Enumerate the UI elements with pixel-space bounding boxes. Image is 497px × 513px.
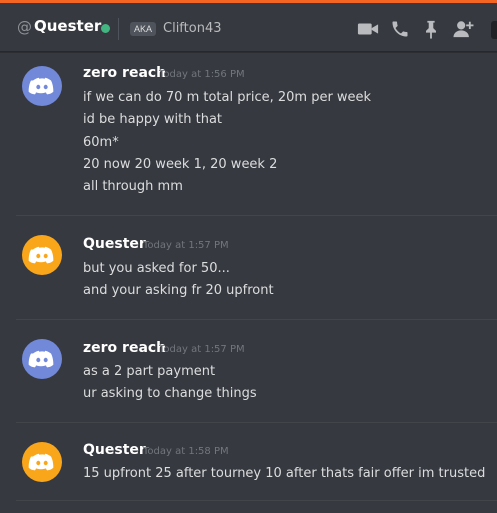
message-line: id be happy with that bbox=[83, 112, 223, 127]
message-author[interactable]: Quester bbox=[83, 236, 146, 252]
message-line: 15 upfront 25 after tourney 10 after tha… bbox=[83, 466, 486, 481]
toolbar-overflow-edge bbox=[491, 21, 497, 39]
message-author[interactable]: zero reach bbox=[83, 65, 166, 81]
message-line: but you asked for 50... bbox=[83, 261, 230, 276]
avatar[interactable] bbox=[22, 66, 62, 106]
dm-header: @ Quester AKA Clifton43 bbox=[0, 3, 497, 52]
aka-badge: AKA bbox=[130, 22, 157, 36]
avatar[interactable] bbox=[22, 442, 62, 482]
header-divider bbox=[118, 18, 119, 40]
message-divider bbox=[16, 319, 497, 320]
online-status-icon bbox=[101, 24, 110, 33]
add-friend-icon[interactable] bbox=[452, 19, 474, 39]
message-line: all through mm bbox=[83, 179, 183, 194]
message-line: as a 2 part payment bbox=[83, 364, 216, 379]
message-author[interactable]: Quester bbox=[83, 442, 146, 458]
avatar[interactable] bbox=[22, 339, 62, 379]
message-timestamp: Today at 1:57 PM bbox=[143, 240, 229, 251]
message-author[interactable]: zero reach bbox=[83, 340, 166, 356]
message-timestamp: Today at 1:56 PM bbox=[159, 69, 245, 80]
message-line: if we can do 70 m total price, 20m per w… bbox=[83, 90, 372, 105]
message-line: and your asking fr 20 upfront bbox=[83, 283, 274, 298]
pin-icon[interactable] bbox=[422, 19, 440, 39]
message-divider bbox=[16, 215, 497, 216]
message-divider bbox=[16, 422, 497, 423]
message-timestamp: Today at 1:58 PM bbox=[143, 446, 229, 457]
message-line: 60m* bbox=[83, 135, 119, 150]
message-line: ur asking to change things bbox=[83, 386, 257, 401]
dm-username[interactable]: Quester bbox=[34, 17, 101, 35]
message-divider bbox=[16, 500, 497, 501]
message-line: 20 now 20 week 1, 20 week 2 bbox=[83, 157, 278, 172]
avatar[interactable] bbox=[22, 235, 62, 275]
voice-call-icon[interactable] bbox=[389, 19, 411, 39]
alias-name: Clifton43 bbox=[163, 21, 222, 36]
message-timestamp: Today at 1:57 PM bbox=[159, 344, 245, 355]
at-symbol: @ bbox=[17, 18, 32, 36]
video-call-icon[interactable] bbox=[357, 19, 379, 39]
